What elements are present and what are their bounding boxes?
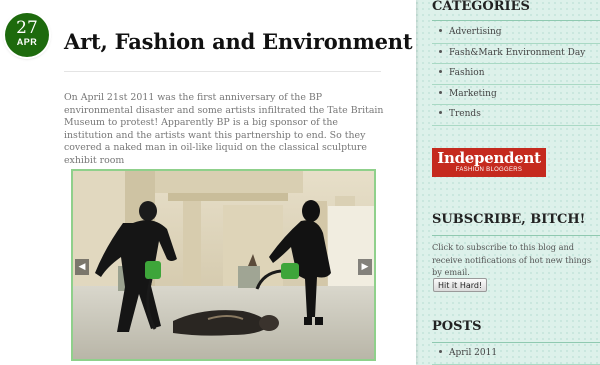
bullet-icon: [439, 90, 442, 94]
posts-divider: [432, 342, 600, 343]
independent-fashion-bloggers-badge[interactable]: Independent FASHION BLOGGERS: [432, 148, 546, 177]
categories-title: CATEGORIES: [432, 0, 530, 14]
museum-photo-image: [73, 171, 374, 359]
subscribe-title: SUBSCRIBE, BITCH!: [432, 212, 586, 227]
category-label[interactable]: Advertising: [449, 27, 502, 37]
title-divider: [64, 71, 381, 72]
archive-label[interactable]: April 2011: [449, 348, 497, 358]
bullet-icon: [439, 111, 442, 115]
subscribe-divider: [432, 235, 600, 236]
date-day: 27: [16, 18, 38, 38]
arrow-left-icon[interactable]: ◀: [75, 259, 89, 275]
posts-list: April 2011: [432, 344, 600, 365]
bullet-icon: [439, 350, 442, 353]
subscribe-text: Click to subscribe to this blog and rece…: [432, 242, 592, 277]
bullet-icon: [439, 29, 442, 32]
archive-item[interactable]: April 2011: [432, 344, 600, 365]
category-item[interactable]: Fash&Mark Environment Day: [432, 44, 600, 65]
categories-divider: [432, 20, 600, 21]
arrow-right-icon[interactable]: ▶: [358, 259, 372, 275]
category-item[interactable]: Marketing: [432, 85, 600, 106]
category-label[interactable]: Fash&Mark Environment Day: [449, 48, 585, 58]
category-label[interactable]: Trends: [449, 109, 481, 119]
main-content: 27 APR Art, Fashion and Environment On A…: [0, 0, 416, 365]
post-photo[interactable]: ◀ ▶: [71, 169, 376, 361]
date-month: APR: [16, 37, 38, 47]
category-item[interactable]: Advertising: [432, 23, 600, 44]
category-item[interactable]: Trends: [432, 105, 600, 126]
bullet-icon: [439, 49, 442, 53]
posts-title: POSTS: [432, 319, 482, 334]
category-label[interactable]: Fashion: [449, 68, 485, 78]
category-item[interactable]: Fashion: [432, 64, 600, 85]
badge-main-text: Independent: [437, 149, 541, 167]
bullet-icon: [439, 70, 442, 74]
categories-list: Advertising Fash&Mark Environment Day Fa…: [432, 23, 600, 126]
category-label[interactable]: Marketing: [449, 89, 497, 99]
badge-sub-text: FASHION BLOGGERS: [455, 167, 523, 173]
subscribe-button[interactable]: Hit it Hard!: [433, 278, 488, 292]
post-body: On April 21st 2011 was the first anniver…: [64, 92, 384, 166]
post-title[interactable]: Art, Fashion and Environment: [64, 29, 413, 54]
date-badge: 27 APR: [5, 13, 49, 57]
